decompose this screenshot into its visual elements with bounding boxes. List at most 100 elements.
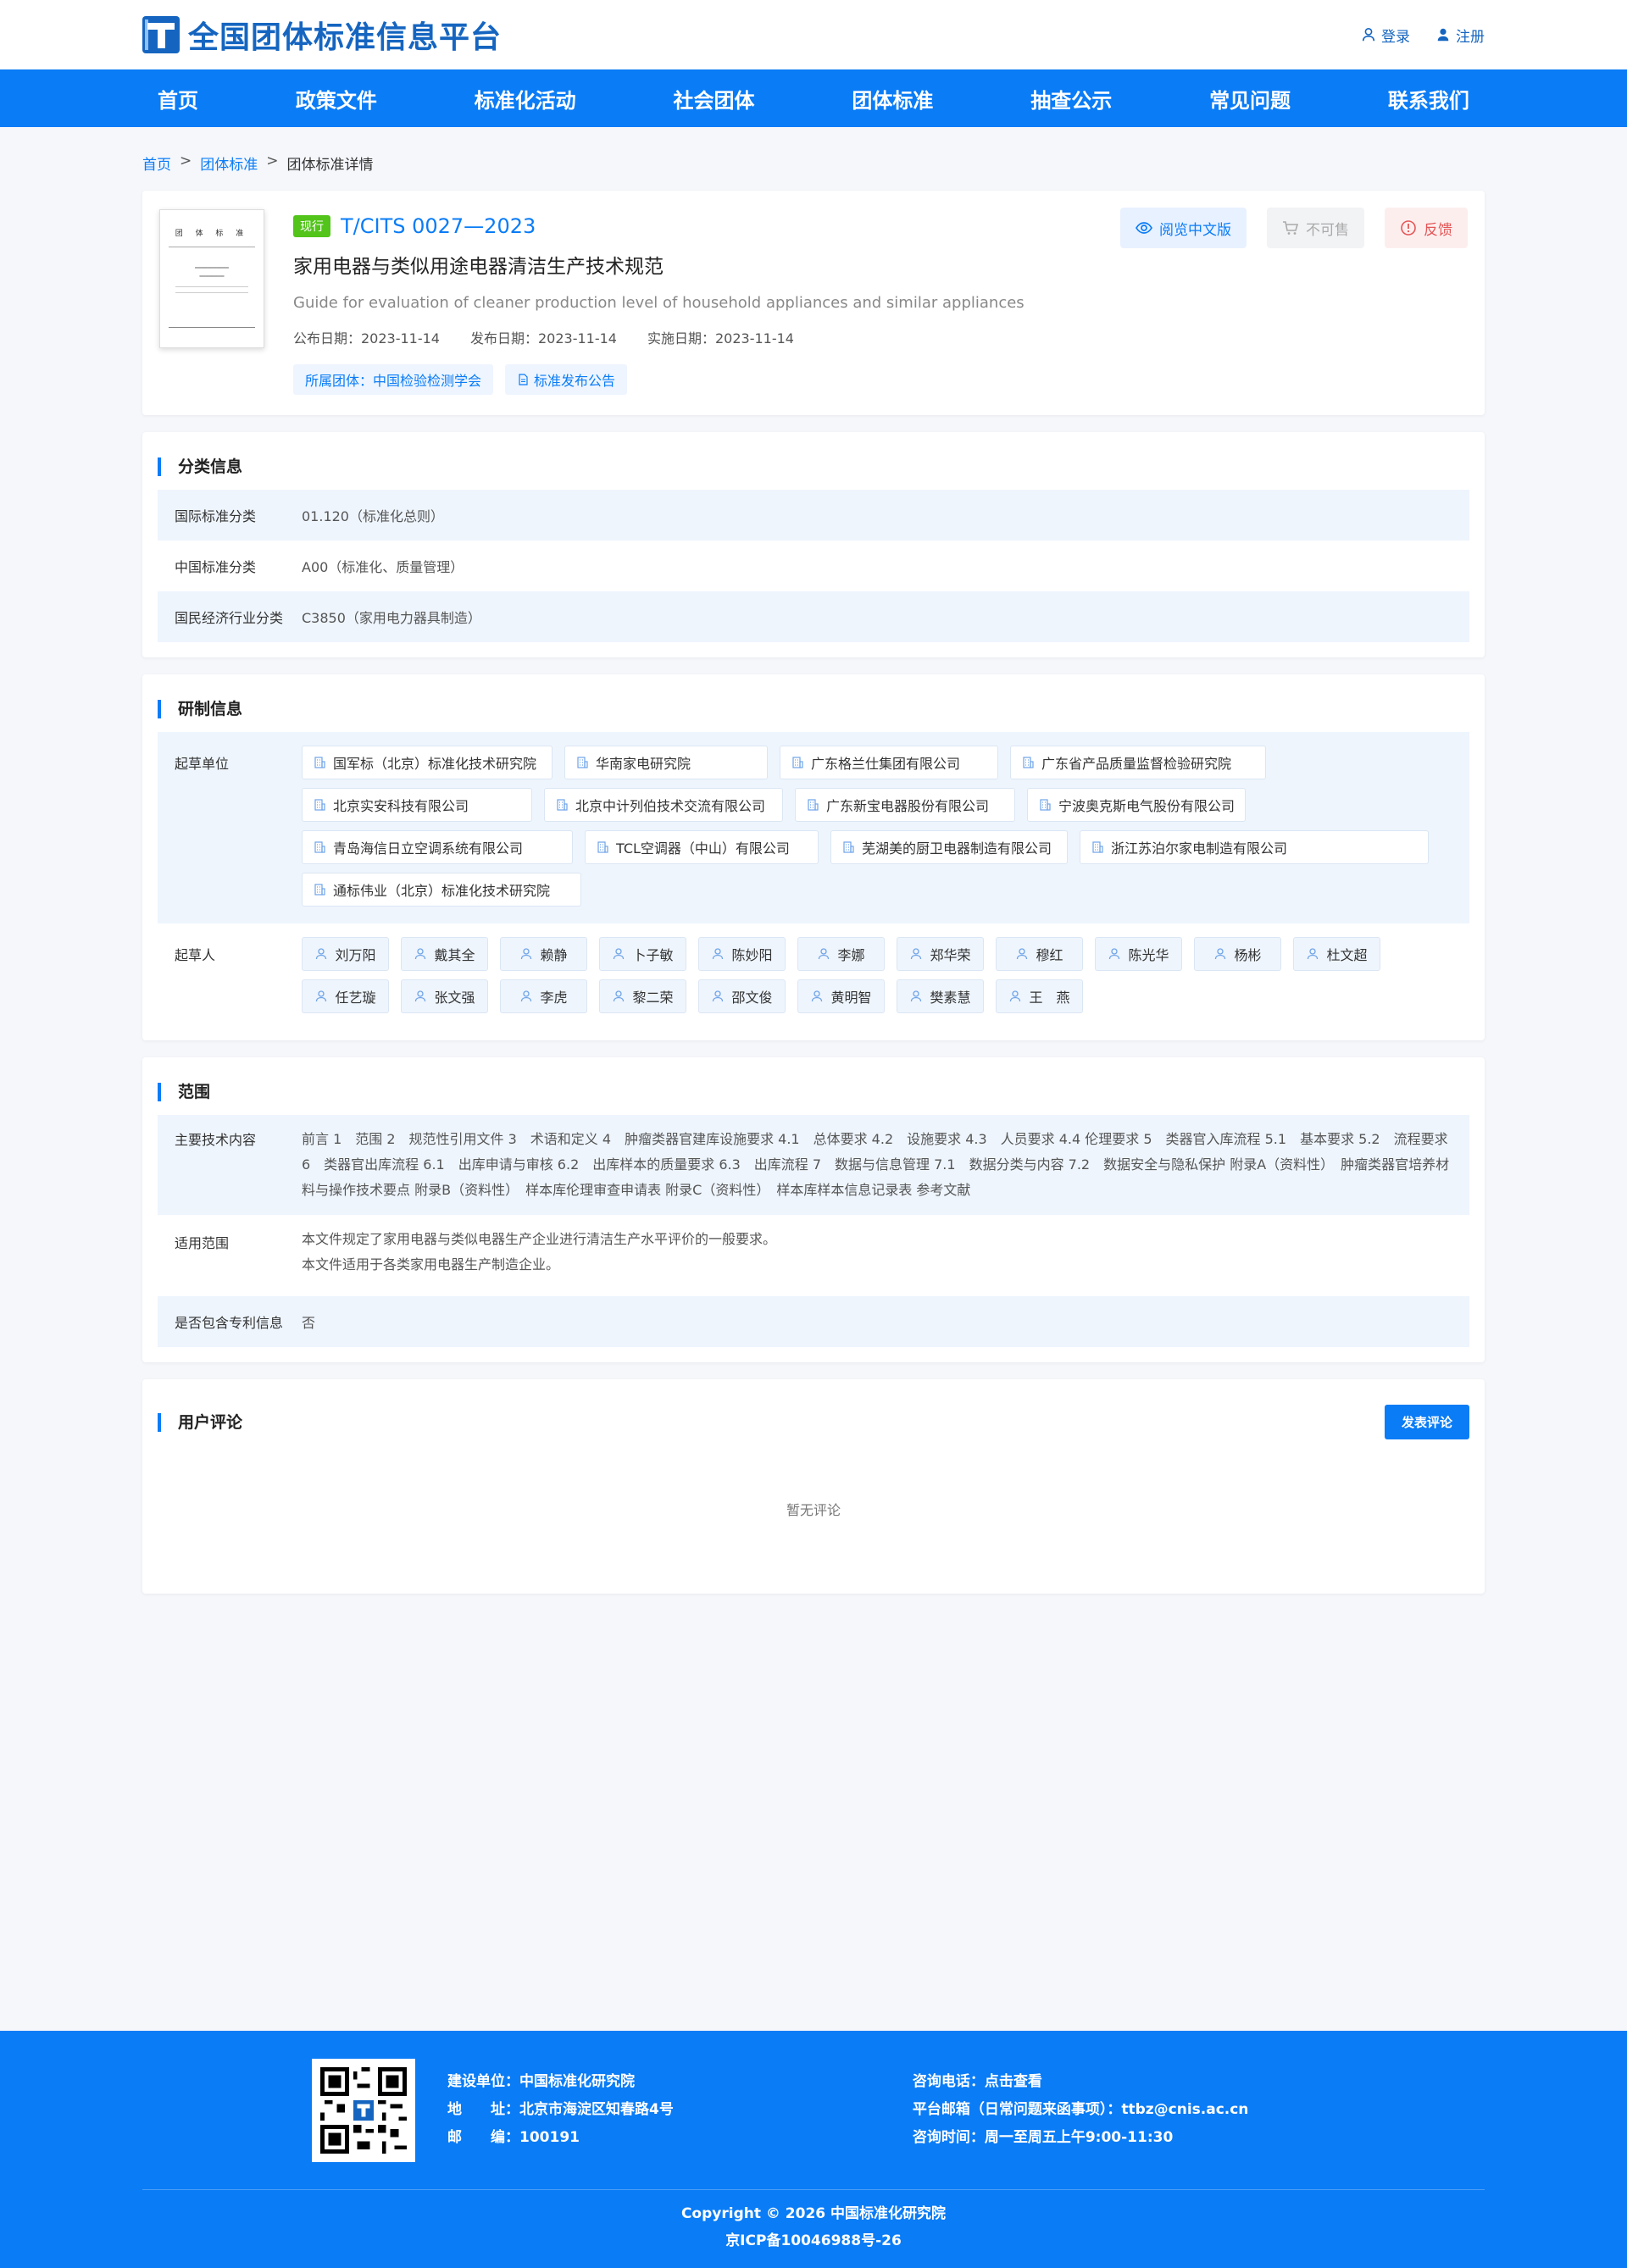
drafting-unit-chip[interactable]: 青岛海信日立空调系统有限公司 bbox=[302, 830, 573, 864]
applicable-scope-row: 适用范围 本文件规定了家用电器与类似电器生产企业进行清洁生产水平评价的一般要求。… bbox=[158, 1215, 1469, 1296]
drafting-unit-chip[interactable]: 广东格兰仕集团有限公司 bbox=[780, 746, 998, 779]
drafter-chip[interactable]: 杨彬 bbox=[1194, 937, 1281, 971]
register-link[interactable]: 注册 bbox=[1435, 25, 1485, 46]
user-icon bbox=[614, 990, 625, 1002]
user-icon bbox=[911, 990, 922, 1002]
standard-dates: 公布日期：2023-11-14 发布日期：2023-11-14 实施日期：202… bbox=[293, 327, 1468, 347]
standard-title: 家用电器与类似用途电器清洁生产技术规范 bbox=[293, 256, 664, 278]
nav-faq[interactable]: 常见问题 bbox=[1194, 84, 1306, 114]
drafter-chip[interactable]: 穆红 bbox=[996, 937, 1083, 971]
release-notice-tag[interactable]: 标准发布公告 bbox=[505, 364, 628, 395]
standard-code: T/CITS 0027—2023 bbox=[341, 214, 536, 238]
drafters-list: 刘万阳 戴其全 赖静 卜子敏 陈妙阳 李娜 郑华荣 穆红 陈光华 杨彬 杜文超任艺璇 张文强 李虎 黎二荣… bbox=[302, 937, 1452, 1013]
drafting-unit-chip[interactable]: 宁波奥克斯电气股份有限公司 bbox=[1027, 788, 1246, 822]
nav-group-standards[interactable]: 团体标准 bbox=[836, 84, 948, 114]
footer: 建设单位：中国标准化研究院 地 址：北京市海淀区知春路4号 邮 编：100191… bbox=[0, 2031, 1627, 2268]
drafter-chip[interactable]: 赖静 bbox=[500, 937, 587, 971]
drafting-unit-chip[interactable]: 北京实安科技有限公司 bbox=[302, 788, 532, 822]
nav-activities[interactable]: 标准化活动 bbox=[459, 84, 591, 114]
user-outline-icon bbox=[1362, 27, 1375, 42]
copyright: Copyright © 2026 中国标准化研究院 bbox=[680, 2205, 947, 2222]
standard-tags: 所属团体：中国检验检测学会 标准发布公告 bbox=[293, 364, 1468, 395]
user-icon bbox=[911, 948, 922, 960]
drafter-chip[interactable]: 刘万阳 bbox=[302, 937, 389, 971]
drafter-chip[interactable]: 卜子敏 bbox=[599, 937, 686, 971]
breadcrumb-group-standards[interactable]: 团体标准 bbox=[200, 152, 258, 174]
post-comment-button[interactable]: 发表评论 bbox=[1384, 1405, 1469, 1439]
user-icon bbox=[614, 948, 625, 960]
top-bar: 全国团体标准信息平台 登录 注册 bbox=[0, 0, 1627, 69]
user-icon bbox=[521, 990, 532, 1002]
drafting-unit-chip[interactable]: 北京中计列伯技术交流有限公司 bbox=[544, 788, 783, 822]
drafting-unit-chip[interactable]: 华南家电研究院 bbox=[564, 746, 768, 779]
drafters-row: 起草人 刘万阳 戴其全 赖静 卜子敏 陈妙阳 李娜 郑华荣 穆红 陈光华 杨彬 杜文超 任艺璇 张文强李… bbox=[158, 923, 1469, 1025]
user-icon bbox=[1215, 948, 1226, 960]
user-icon bbox=[1109, 948, 1120, 960]
section-title: 用户评论 bbox=[158, 1412, 242, 1432]
drafter-chip[interactable]: 杜文超 bbox=[1293, 937, 1380, 971]
drafter-chip[interactable]: 陈妙阳 bbox=[698, 937, 786, 971]
icp-link[interactable]: 京ICP备10046988号-26 bbox=[0, 2227, 1627, 2254]
scope-section: 范围 主要技术内容 前言 1 范围 2 规范性引用文件 3 术语和定义 4 肿瘤… bbox=[142, 1057, 1485, 1362]
standard-title-en: Guide for evaluation of cleaner producti… bbox=[293, 294, 1025, 312]
scope-line: 本文件规定了家用电器与类似电器生产企业进行清洁生产水平评价的一般要求。 bbox=[302, 1231, 777, 1247]
drafting-unit-chip[interactable]: 浙江苏泊尔家电制造有限公司 bbox=[1080, 830, 1429, 864]
detail-actions: 阅览中文版 不可售 反馈 bbox=[1120, 208, 1468, 248]
nav-organizations[interactable]: 社会团体 bbox=[658, 84, 770, 114]
scope-line: 本文件适用于各类家用电器生产制造企业。 bbox=[302, 1256, 560, 1273]
section-title: 研制信息 bbox=[158, 700, 1469, 718]
drafting-unit-chip[interactable]: TCL空调器（中山）有限公司 bbox=[585, 830, 819, 864]
drafter-chip[interactable]: 张文强 bbox=[401, 979, 488, 1013]
footer-contact-right: 咨询电话：点击查看 平台邮箱（日常问题来函事项）：ttbz@cnis.ac.cn… bbox=[913, 2068, 1249, 2152]
building-icon bbox=[314, 799, 325, 811]
drafter-chip[interactable]: 戴其全 bbox=[401, 937, 488, 971]
drafting-unit-chip[interactable]: 广东省产品质量监督检验研究院 bbox=[1010, 746, 1266, 779]
drafting-unit-chip[interactable]: 国军标（北京）标准化技术研究院 bbox=[302, 746, 553, 779]
organization-tag[interactable]: 所属团体：中国检验检测学会 bbox=[293, 364, 494, 395]
user-icon bbox=[1017, 948, 1028, 960]
read-chinese-button[interactable]: 阅览中文版 bbox=[1120, 208, 1247, 248]
implementation-date: 实施日期：2023-11-14 bbox=[647, 330, 794, 347]
drafter-chip[interactable]: 郑华荣 bbox=[897, 937, 984, 971]
building-icon bbox=[1092, 841, 1103, 853]
drafter-chip[interactable]: 李虎 bbox=[500, 979, 587, 1013]
comments-section: 用户评论 发表评论 暂无评论 bbox=[142, 1379, 1485, 1594]
nav-policy[interactable]: 政策文件 bbox=[280, 84, 392, 114]
drafter-chip[interactable]: 陈光华 bbox=[1095, 937, 1182, 971]
section-title: 范围 bbox=[158, 1083, 1469, 1101]
user-icon bbox=[812, 990, 823, 1002]
nav-contact[interactable]: 联系我们 bbox=[1373, 84, 1485, 114]
standard-cover-thumbnail[interactable]: 团 体 标 准 ━━━━━━━━━━━ ━━━━━━━━ bbox=[159, 209, 264, 348]
site-logo[interactable]: 全国团体标准信息平台 bbox=[142, 13, 502, 57]
drafting-unit-chip[interactable]: 通标伟业（北京）标准化技术研究院 bbox=[302, 873, 581, 907]
drafting-unit-chip[interactable]: 芜湖美的厨卫电器制造有限公司 bbox=[830, 830, 1068, 864]
user-solid-icon bbox=[1437, 28, 1449, 42]
footer-phone-link[interactable]: 咨询电话：点击查看 bbox=[913, 2068, 1249, 2096]
not-for-sale-button[interactable]: 不可售 bbox=[1267, 208, 1364, 248]
user-icon bbox=[713, 948, 724, 960]
drafter-chip[interactable]: 樊素慧 bbox=[897, 979, 984, 1013]
publish-date: 公布日期：2023-11-14 bbox=[293, 330, 440, 347]
drafter-chip[interactable]: 黎二荣 bbox=[599, 979, 686, 1013]
site-title: 全国团体标准信息平台 bbox=[188, 19, 503, 55]
drafting-unit-chip[interactable]: 广东新宝电器股份有限公司 bbox=[795, 788, 1015, 822]
building-icon bbox=[314, 757, 325, 768]
section-title: 分类信息 bbox=[158, 457, 1469, 476]
building-icon bbox=[808, 799, 819, 811]
drafter-chip[interactable]: 邵文俊 bbox=[698, 979, 786, 1013]
issue-date: 发布日期：2023-11-14 bbox=[470, 330, 617, 347]
drafter-chip[interactable]: 李娜 bbox=[797, 937, 885, 971]
user-icon bbox=[415, 990, 426, 1002]
user-icon bbox=[415, 948, 426, 960]
drafter-chip[interactable]: 王 燕 bbox=[996, 979, 1083, 1013]
drafter-chip[interactable]: 任艺璇 bbox=[302, 979, 389, 1013]
feedback-button[interactable]: 反馈 bbox=[1385, 208, 1468, 248]
auth-links: 登录 注册 bbox=[1361, 25, 1485, 46]
drafting-units-row: 起草单位 国军标（北京）标准化技术研究院 华南家电研究院 广东格兰仕集团有限公司 广东… bbox=[158, 732, 1469, 923]
breadcrumb-home[interactable]: 首页 bbox=[142, 152, 171, 174]
nav-inspection[interactable]: 抽查公示 bbox=[1015, 84, 1127, 114]
login-link[interactable]: 登录 bbox=[1361, 25, 1410, 46]
drafter-chip[interactable]: 黄明智 bbox=[797, 979, 885, 1013]
nav-home[interactable]: 首页 bbox=[142, 84, 214, 114]
breadcrumb-current: 团体标准详情 bbox=[286, 157, 374, 174]
